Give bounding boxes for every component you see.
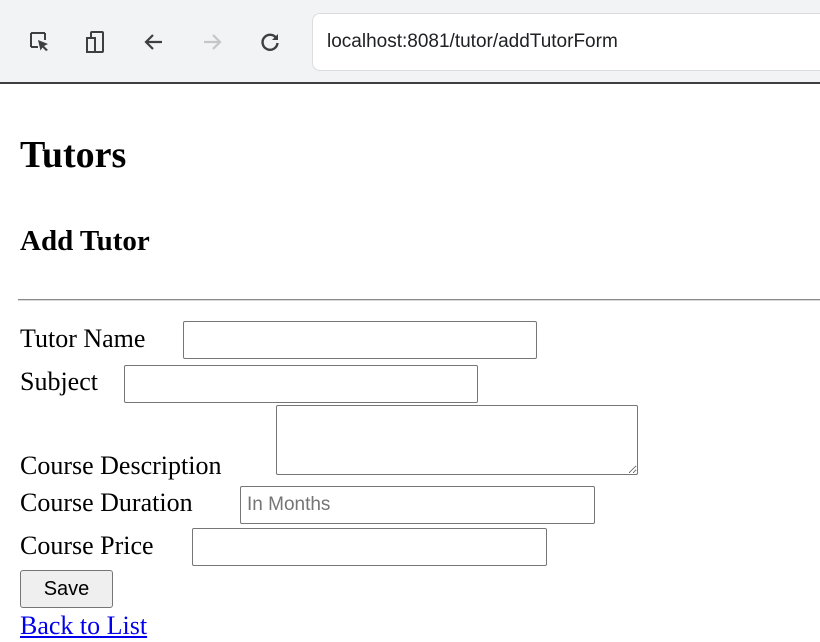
- course-duration-row: Course Duration: [20, 488, 193, 518]
- course-duration-label: Course Duration: [20, 488, 193, 517]
- browser-toolbar: localhost:8081/tutor/addTutorForm: [0, 0, 820, 84]
- url-text: localhost:8081/tutor/addTutorForm: [327, 31, 618, 52]
- reload-icon[interactable]: [258, 30, 282, 54]
- subject-label: Subject: [20, 367, 98, 396]
- course-price-label: Course Price: [20, 531, 154, 560]
- tutor-name-input[interactable]: [183, 321, 537, 359]
- forward-arrow-icon[interactable]: [200, 30, 224, 54]
- address-bar[interactable]: localhost:8081/tutor/addTutorForm: [312, 13, 820, 71]
- horizontal-divider: [18, 299, 820, 301]
- course-description-row: Course Description: [20, 451, 221, 481]
- tutor-name-row: Tutor Name: [20, 324, 145, 354]
- page-title: Tutors: [20, 134, 127, 176]
- course-description-label: Course Description: [20, 451, 222, 480]
- course-price-input[interactable]: [192, 528, 547, 566]
- back-to-list-link[interactable]: Back to List: [20, 611, 147, 641]
- device-toolbar-icon[interactable]: [84, 30, 108, 54]
- page-subtitle: Add Tutor: [20, 225, 150, 257]
- back-arrow-icon[interactable]: [142, 30, 166, 54]
- course-duration-input[interactable]: [240, 486, 595, 524]
- tutor-name-label: Tutor Name: [20, 324, 146, 353]
- subject-row: Subject: [20, 367, 98, 397]
- save-button[interactable]: Save: [20, 570, 113, 608]
- subject-input[interactable]: [124, 365, 478, 403]
- course-price-row: Course Price: [20, 531, 154, 561]
- inspect-element-icon[interactable]: [28, 30, 52, 54]
- course-description-textarea[interactable]: [276, 405, 638, 475]
